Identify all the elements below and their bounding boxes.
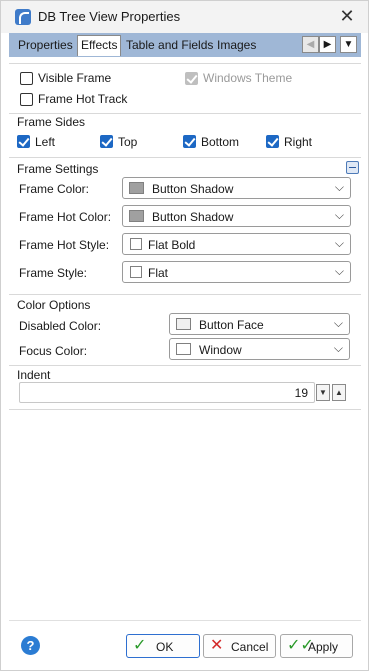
chevron-down-icon: ⌵ <box>333 341 343 355</box>
frame-style-select[interactable]: Flat ⌵ <box>122 261 351 283</box>
tab-table-and-fields[interactable]: Table and Fields <box>123 36 216 55</box>
frame-hot-color-label: Frame Hot Color: <box>19 210 112 224</box>
windows-theme-checkbox[interactable] <box>185 72 198 85</box>
frame-color-label: Frame Color: <box>19 182 90 196</box>
style-preview-icon <box>130 238 142 250</box>
frame-sides-title: Frame Sides <box>17 115 86 129</box>
disabled-color-value: Button Face <box>199 318 264 332</box>
disabled-color-select[interactable]: Button Face ⌵ <box>169 313 350 335</box>
tab-bar: Properties Effects Table and Fields Imag… <box>9 33 361 57</box>
color-options-title: Color Options <box>17 298 91 312</box>
cancel-label: Cancel <box>231 640 269 654</box>
windows-theme-label: Windows Theme <box>203 71 293 85</box>
right-side-label: Right <box>284 135 313 149</box>
frame-hot-style-value: Flat Bold <box>148 238 196 252</box>
chevron-down-icon: ⌵ <box>334 264 344 278</box>
left-side-checkbox[interactable] <box>17 135 30 148</box>
divider <box>9 113 361 114</box>
right-side-checkbox[interactable] <box>266 135 279 148</box>
focus-color-select[interactable]: Window ⌵ <box>169 338 350 360</box>
checkmark-icon: ✓ <box>133 637 147 654</box>
chevron-down-icon: ⌵ <box>334 236 344 250</box>
color-swatch <box>176 343 191 355</box>
focus-color-value: Window <box>199 343 242 357</box>
frame-hot-track-checkbox[interactable] <box>20 93 33 106</box>
window-title: DB Tree View Properties <box>38 9 181 24</box>
divider <box>9 365 361 366</box>
left-side-label: Left <box>35 135 56 149</box>
tab-scroll-left-icon[interactable]: ◀ <box>302 36 319 53</box>
color-swatch <box>129 210 144 222</box>
help-icon[interactable]: ? <box>21 636 40 655</box>
indent-title: Indent <box>17 368 51 382</box>
indent-increment-icon[interactable]: ▲ <box>332 384 346 401</box>
close-icon[interactable]: ✕ <box>337 6 357 26</box>
frame-hot-style-label: Frame Hot Style: <box>19 238 110 252</box>
tab-scroll-right-icon[interactable]: ▶ <box>319 36 336 53</box>
frame-hot-color-value: Button Shadow <box>152 210 234 224</box>
tab-properties[interactable]: Properties <box>15 36 76 55</box>
properties-dialog: DB Tree View Properties ✕ Properties Eff… <box>0 0 369 671</box>
ok-button[interactable]: ✓ OK <box>126 634 200 658</box>
visible-frame-label: Visible Frame <box>38 71 112 85</box>
top-side-label: Top <box>118 135 138 149</box>
chevron-down-icon: ⌵ <box>334 208 344 222</box>
bottom-side-label: Bottom <box>201 135 240 149</box>
frame-settings-title: Frame Settings <box>17 162 99 176</box>
frame-color-value: Button Shadow <box>152 182 234 196</box>
collapse-section-icon[interactable] <box>346 161 359 174</box>
app-icon <box>15 9 31 25</box>
indent-input[interactable]: 19 <box>19 382 315 403</box>
indent-value: 19 <box>294 386 308 400</box>
frame-style-label: Frame Style: <box>19 266 88 280</box>
divider <box>9 294 361 295</box>
frame-color-select[interactable]: Button Shadow ⌵ <box>122 177 351 199</box>
cancel-button[interactable]: ✕ Cancel <box>203 634 276 658</box>
tab-images[interactable]: Images <box>214 36 259 55</box>
indent-decrement-icon[interactable]: ▼ <box>316 384 330 401</box>
tab-effects[interactable]: Effects <box>77 35 122 56</box>
cancel-x-icon: ✕ <box>210 637 224 654</box>
chevron-down-icon: ⌵ <box>334 180 344 194</box>
frame-hot-color-select[interactable]: Button Shadow ⌵ <box>122 205 351 227</box>
apply-label: Apply <box>308 640 339 654</box>
frame-hot-track-label: Frame Hot Track <box>38 92 128 106</box>
frame-hot-style-select[interactable]: Flat Bold ⌵ <box>122 233 351 255</box>
divider <box>9 157 361 158</box>
ok-label: OK <box>156 640 174 654</box>
title-bar: DB Tree View Properties ✕ <box>1 1 368 33</box>
color-swatch <box>176 318 191 330</box>
style-preview-icon <box>130 266 142 278</box>
focus-color-label: Focus Color: <box>19 344 88 358</box>
tab-menu-dropdown-icon[interactable]: ▼ <box>340 36 357 53</box>
apply-button[interactable]: ✓✓ Apply <box>280 634 353 658</box>
frame-style-value: Flat <box>148 266 169 280</box>
chevron-down-icon: ⌵ <box>333 316 343 330</box>
visible-frame-checkbox[interactable] <box>20 72 33 85</box>
color-swatch <box>129 182 144 194</box>
footer-divider <box>9 620 361 621</box>
divider <box>9 409 361 410</box>
top-side-checkbox[interactable] <box>100 135 113 148</box>
divider <box>9 63 361 64</box>
disabled-color-label: Disabled Color: <box>19 319 102 333</box>
bottom-side-checkbox[interactable] <box>183 135 196 148</box>
